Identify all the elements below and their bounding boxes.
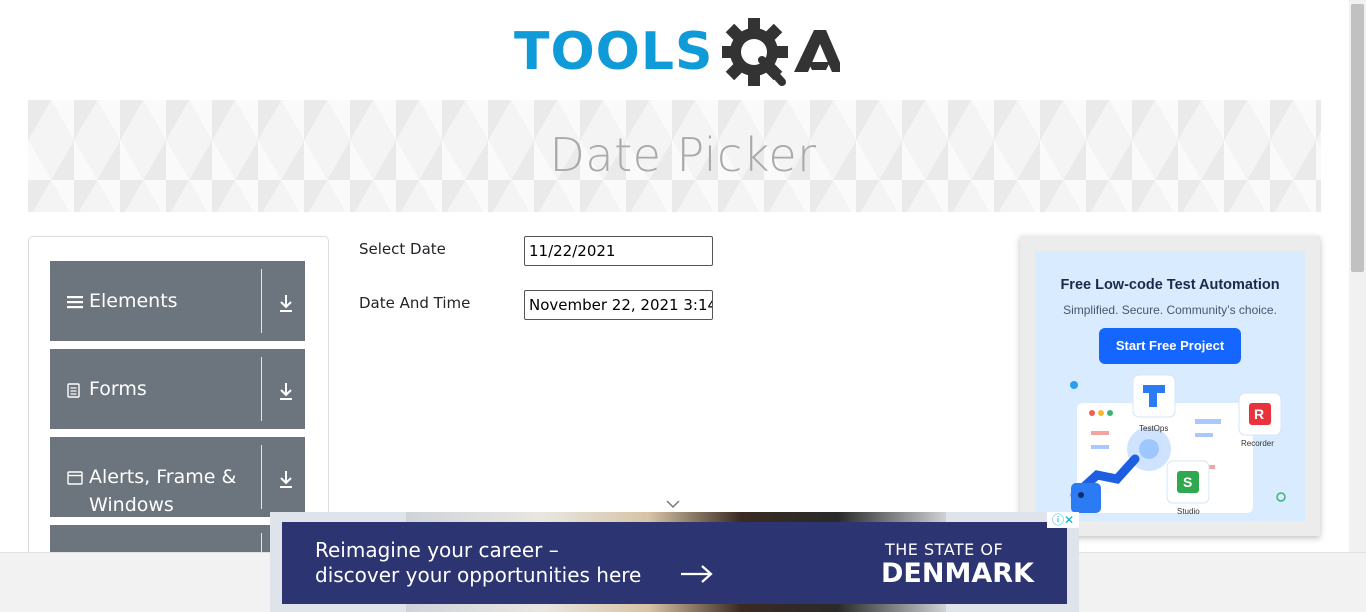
ad-subtitle: Simplified. Secure. Community’s choice. [1063, 303, 1277, 317]
group-label-forms: Forms [89, 378, 147, 400]
hamburger-icon [67, 296, 83, 309]
close-icon[interactable]: ✕ [1064, 513, 1074, 527]
group-divider [261, 269, 262, 333]
date-picker-input[interactable]: 11/22/2021 [524, 236, 713, 266]
logo-qa-gear-icon [722, 18, 840, 86]
group-label-elements: Elements [89, 290, 178, 312]
window-icon [67, 471, 83, 485]
ad-title: Free Low-code Test Automation [1060, 277, 1280, 293]
ad-panel: Reimagine your career – discover your op… [282, 522, 1067, 604]
date-and-time-label: Date And Time [359, 294, 471, 312]
group-header-alerts[interactable]: Alerts, Frame & Windows [50, 437, 305, 517]
ad-brand-line-1: THE STATE OF [885, 540, 1004, 559]
info-icon[interactable]: ⓘ [1052, 513, 1064, 527]
group-label-alerts: Alerts, Frame & Windows [89, 466, 237, 516]
logo-text-tools: TOOLS [514, 22, 714, 82]
studio-label: Studio [1177, 507, 1200, 516]
bottom-ad[interactable]: Reimagine your career – discover your op… [270, 512, 1079, 612]
group-divider [261, 357, 262, 421]
document-icon [67, 383, 80, 398]
ad-line-1: Reimagine your career – [315, 538, 559, 562]
svg-text:S: S [1183, 474, 1192, 490]
chevron-down-icon[interactable] [664, 498, 682, 510]
vertical-scrollbar[interactable] [1349, 0, 1366, 552]
select-date-label: Select Date [359, 240, 446, 258]
download-arrow-icon[interactable] [278, 293, 294, 313]
download-arrow-icon[interactable] [278, 469, 294, 489]
date-and-time-picker-input[interactable]: November 22, 2021 3:14 PM [524, 290, 713, 320]
ad-info-close[interactable]: ⓘ✕ [1047, 512, 1079, 528]
toolsqa-logo[interactable]: TOOLS [514, 14, 840, 92]
side-ad-container: Free Low-code Test Automation Simplified… [1020, 236, 1320, 536]
page-title: Date Picker [549, 128, 817, 182]
start-free-project-button[interactable]: Start Free Project [1099, 328, 1241, 364]
ad-line-2: discover your opportunities here [315, 563, 642, 587]
svg-text:R: R [1254, 406, 1264, 422]
testops-label: TestOps [1139, 424, 1168, 433]
group-header-elements[interactable]: Elements [50, 261, 305, 341]
group-header-forms[interactable]: Forms [50, 349, 305, 429]
ad-illustration: TestOps R Recorder S Studio [1070, 374, 1286, 516]
scrollbar-thumb[interactable] [1351, 4, 1364, 272]
side-ad[interactable]: Free Low-code Test Automation Simplified… [1035, 251, 1305, 521]
download-arrow-icon[interactable] [278, 381, 294, 401]
group-divider [261, 445, 262, 509]
page: TOOLS Date Picker Elements Forms Alerts,… [0, 0, 1366, 612]
ad-brand-line-2: DENMARK [881, 558, 1034, 589]
recorder-label: Recorder [1241, 439, 1274, 448]
arrow-right-icon [681, 565, 713, 583]
